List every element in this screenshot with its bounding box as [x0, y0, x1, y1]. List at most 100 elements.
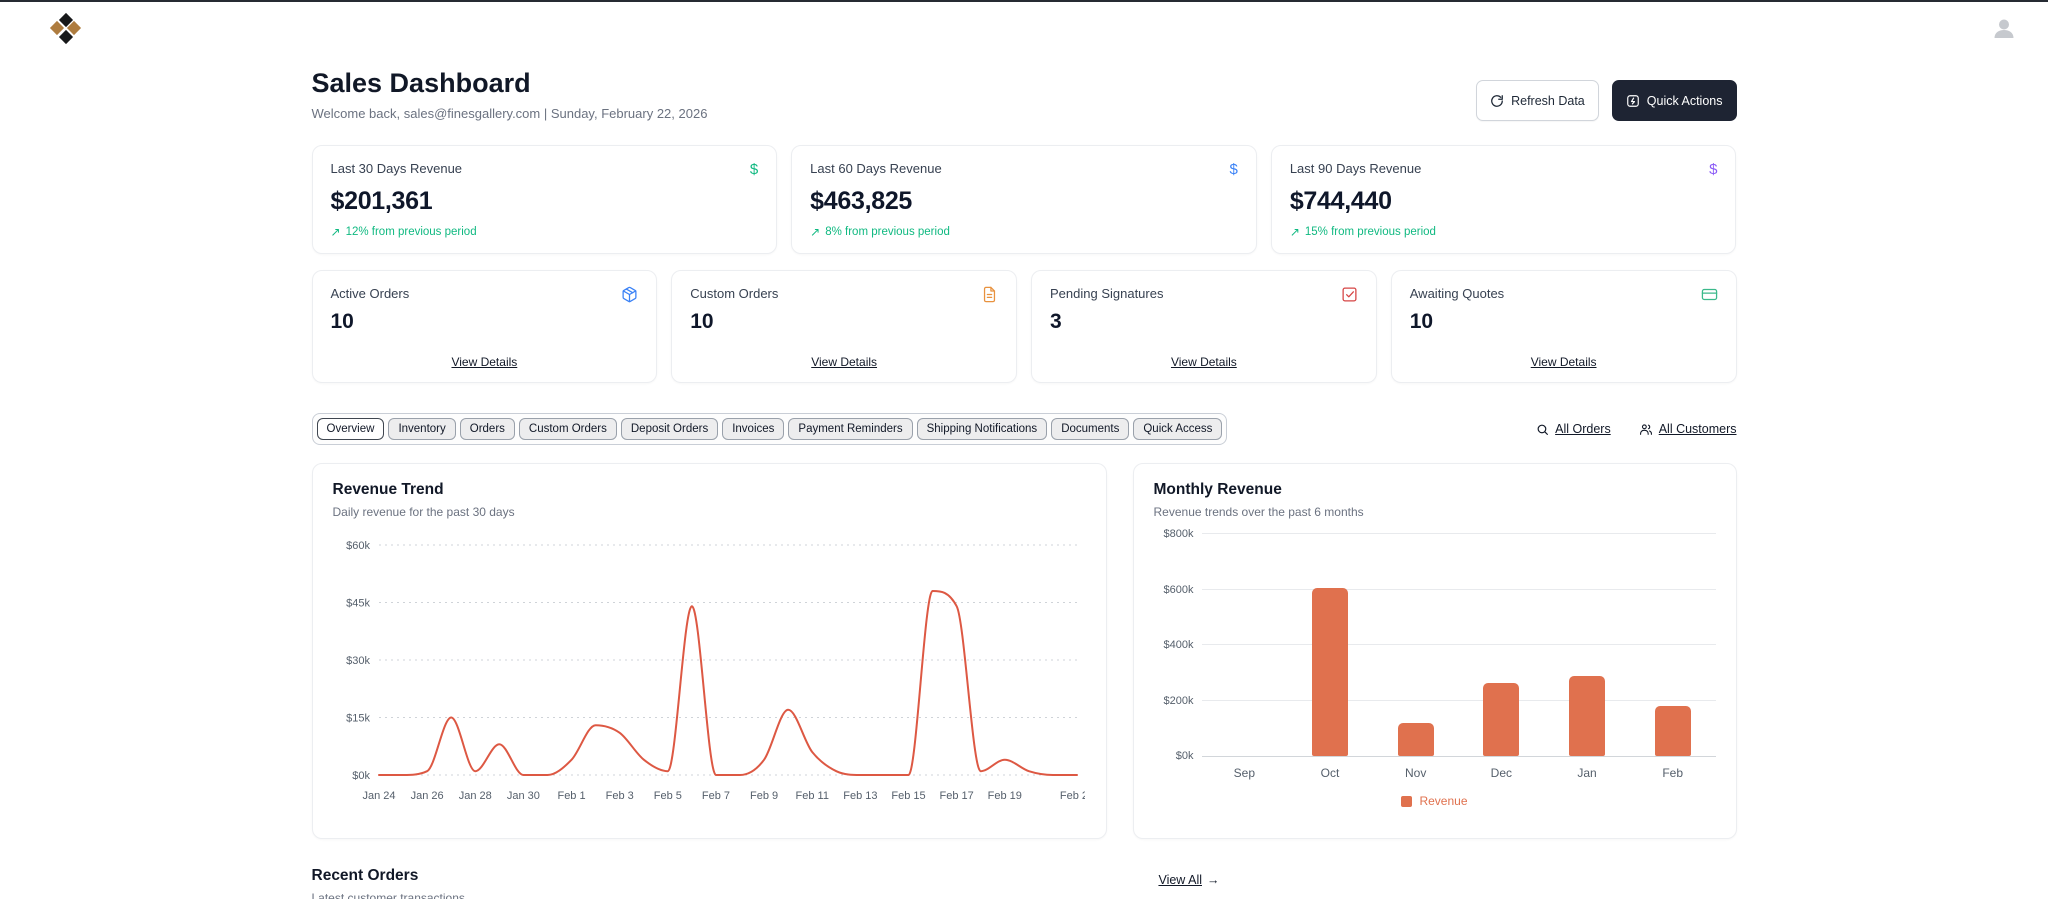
all-orders-link[interactable]: All Orders	[1536, 422, 1611, 436]
card-value: 10	[1409, 310, 1434, 333]
tab-deposit-orders[interactable]: Deposit Orders	[620, 418, 719, 440]
tab-inventory[interactable]: Inventory	[388, 418, 456, 440]
bar-feb	[1654, 706, 1691, 756]
tab-quick-access[interactable]: Quick Access	[1133, 418, 1223, 440]
chart-subtitle: Daily revenue for the past 30 days	[332, 505, 515, 519]
revenue-cards-row: Last 30 Days Revenue $ $201,361 ↗ 12% fr…	[311, 145, 1737, 254]
topbar	[0, 2, 2048, 54]
trend-up-icon: ↗	[330, 225, 341, 239]
y-axis-tick: $400k	[1163, 639, 1194, 651]
bar-oct	[1312, 588, 1348, 756]
x-axis-tick: Feb 9	[750, 790, 778, 802]
line-chart-svg: $0k $15k $30k $45k $60k Jan 24 Jan 26 Jan 28 Jan…	[346, 540, 1094, 802]
card-change: ↗ 8% from previous period	[810, 225, 950, 239]
zap-box-icon	[1626, 94, 1639, 107]
refresh-data-button[interactable]: Refresh Data	[1476, 80, 1599, 121]
x-axis-tick: Feb	[1662, 766, 1684, 780]
revenue-line	[377, 589, 1078, 776]
gridline	[1201, 533, 1716, 534]
y-axis-tick: $0k	[1175, 750, 1194, 762]
gallery-logo-icon[interactable]	[49, 12, 82, 44]
card-value: $744,440	[1289, 187, 1392, 215]
chart-subtitle: Revenue trends over the past 6 months	[1153, 505, 1364, 519]
refresh-icon	[1491, 94, 1504, 107]
recent-orders-section: Recent Orders Latest customer transactio…	[312, 867, 1220, 899]
card-value: 10	[690, 310, 714, 333]
bar-slot	[1373, 535, 1459, 756]
card-change: ↗ 12% from previous period	[330, 225, 477, 239]
user-avatar-icon[interactable]	[1990, 14, 2018, 42]
credit-card-icon	[1701, 288, 1717, 301]
view-all-link[interactable]: View All →	[1158, 873, 1219, 887]
bar-slot	[1630, 535, 1716, 756]
check-square-icon	[1342, 287, 1357, 302]
tab-invoices[interactable]: Invoices	[722, 418, 785, 440]
x-axis-tick: Jan 28	[458, 790, 491, 802]
x-axis-tick: Feb 3	[605, 790, 633, 802]
card-label: Pending Signatures	[1050, 286, 1164, 301]
y-axis-tick: $600k	[1163, 583, 1194, 596]
charts-row: Revenue Trend Daily revenue for the past…	[311, 463, 1737, 839]
view-details-link[interactable]: View Details	[1531, 355, 1597, 369]
bar-slot	[1202, 535, 1288, 756]
x-axis-tick: Jan 26	[410, 790, 443, 802]
card-awaiting-quotes: Awaiting Quotes 10 View Details	[1390, 270, 1737, 383]
chart-title: Monthly Revenue	[1153, 481, 1282, 498]
page-subtitle: Welcome back, sales@finesgallery.com | S…	[311, 106, 708, 121]
view-details-link[interactable]: View Details	[451, 355, 517, 369]
x-axis-tick: Dec	[1490, 766, 1513, 780]
bar-dec	[1483, 683, 1520, 756]
card-label: Active Orders	[330, 286, 410, 301]
x-axis-tick: Jan 24	[362, 790, 395, 802]
tab-orders[interactable]: Orders	[459, 418, 515, 440]
quick-actions-button[interactable]: Quick Actions	[1611, 80, 1737, 121]
page-header: Sales Dashboard Welcome back, sales@fine…	[312, 68, 1737, 121]
tab-custom-orders[interactable]: Custom Orders	[518, 418, 617, 440]
x-axis-tick: Feb 1	[557, 790, 585, 802]
bar-slot	[1544, 535, 1630, 756]
card-value: 10	[330, 310, 354, 333]
card-last-60-days-revenue: Last 60 Days Revenue $ $463,825 ↗ 8% fro…	[791, 145, 1257, 254]
trend-up-icon: ↗	[810, 225, 821, 239]
y-axis-tick: $45k	[346, 598, 370, 610]
card-last-30-days-revenue: Last 30 Days Revenue $ $201,361 ↗ 12% fr…	[311, 145, 778, 254]
card-label: Last 60 Days Revenue	[810, 161, 942, 176]
y-axis-tick: $0k	[352, 770, 370, 782]
card-value: $463,825	[810, 187, 913, 215]
package-icon	[622, 286, 637, 303]
dollar-sign-icon: $	[1709, 161, 1718, 178]
tabs-row: Overview Inventory Orders Custom Orders …	[311, 413, 1737, 445]
recent-orders-title: Recent Orders	[311, 867, 419, 884]
x-axis-tick: Feb 15	[891, 790, 925, 802]
card-value: 3	[1050, 310, 1062, 333]
dashboard-page: Sales Dashboard Welcome back, sales@fine…	[311, 68, 1737, 899]
y-axis-tick: $15k	[346, 713, 370, 725]
card-pending-signatures: Pending Signatures 3 View Details	[1031, 270, 1377, 383]
view-details-link[interactable]: View Details	[1171, 355, 1237, 369]
bar-nov	[1397, 723, 1434, 756]
x-axis-tick: Jan 30	[506, 790, 539, 802]
arrow-right-icon: →	[1207, 873, 1220, 887]
x-axis-tick: Oct	[1320, 766, 1340, 780]
card-active-orders: Active Orders 10 View Details	[311, 270, 658, 383]
x-axis-tick: Feb 7	[701, 790, 729, 802]
x-axis-tick: Sep	[1233, 766, 1256, 780]
card-custom-orders: Custom Orders 10 View Details	[671, 270, 1017, 383]
card-label: Awaiting Quotes	[1409, 286, 1505, 301]
tab-overview[interactable]: Overview	[316, 418, 385, 440]
all-customers-link[interactable]: All Customers	[1639, 422, 1737, 436]
legend-swatch	[1401, 795, 1413, 807]
tab-documents[interactable]: Documents	[1051, 418, 1130, 440]
x-axis-tick: Feb 19	[987, 790, 1021, 802]
page-title: Sales Dashboard	[311, 68, 531, 98]
card-label: Last 90 Days Revenue	[1289, 161, 1422, 176]
card-value: $201,361	[330, 187, 433, 215]
tab-list: Overview Inventory Orders Custom Orders …	[311, 413, 1228, 445]
dollar-sign-icon: $	[1229, 161, 1238, 178]
tab-payment-reminders[interactable]: Payment Reminders	[788, 418, 913, 440]
view-details-link[interactable]: View Details	[811, 355, 877, 369]
dollar-sign-icon: $	[749, 161, 759, 178]
file-text-icon	[983, 286, 996, 303]
tab-shipping-notifications[interactable]: Shipping Notifications	[916, 418, 1048, 440]
card-label: Custom Orders	[690, 286, 779, 301]
